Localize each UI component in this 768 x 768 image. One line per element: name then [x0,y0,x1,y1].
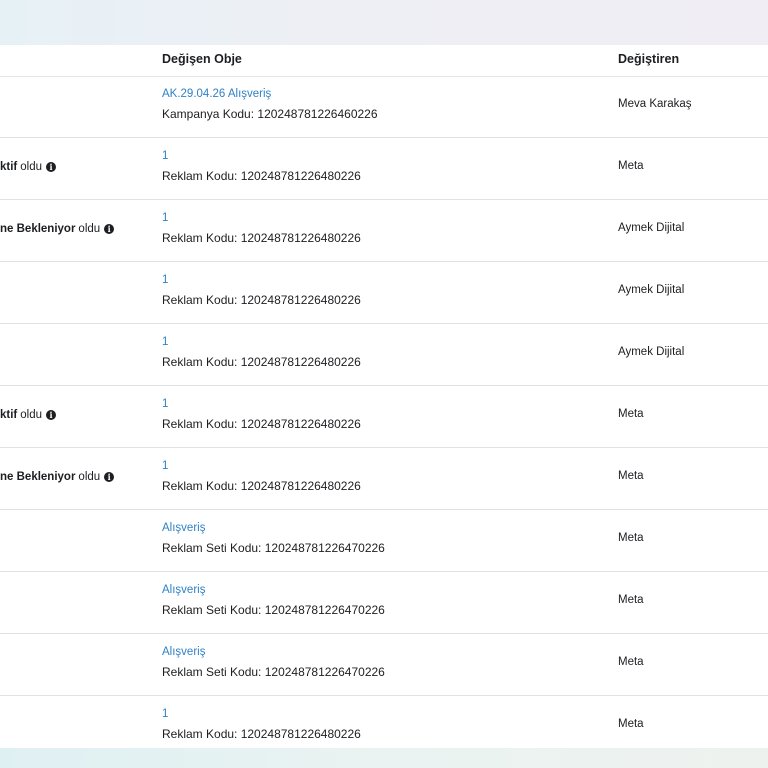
table-row: ne Bekleniyor oldu i 1 Reklam Kodu: 12024878… [0,448,768,510]
changed-by-name: Meta [618,408,644,420]
changed-object-code: Reklam Seti Kodu: 120248781226470226 [162,541,385,555]
table-header: Değişen Obje Değiştiren [0,45,768,77]
changed-by-name: Meva Karakaş [618,98,692,110]
status-value: ktif [0,409,18,421]
status-suffix: oldu [20,161,42,173]
status-value: ne Bekleniyor [0,223,76,235]
changed-object-link[interactable]: 1 [162,274,168,286]
table-row: Alışveriş Reklam Seti Kodu: 1202487812264… [0,572,768,634]
table-row: ktif oldu i 1 Reklam Kodu: 12024878122648022… [0,386,768,448]
changed-by-name: Meta [618,718,644,730]
changed-object-code: Reklam Kodu: 120248781226480226 [162,293,361,307]
status-suffix: oldu [78,471,101,483]
changed-by-name: Meta [618,160,644,172]
changed-object-link[interactable]: 1 [162,398,168,410]
changed-object-link[interactable]: Alışveriş [162,584,205,596]
table-row: ktif oldu i 1 Reklam Kodu: 12024878122648022… [0,138,768,200]
table-row: 1 Reklam Kodu: 120248781226480226 Meta [0,696,768,748]
info-icon[interactable]: i [46,410,56,420]
info-icon[interactable]: i [104,472,115,482]
changed-object-link[interactable]: 1 [162,212,168,224]
changed-object-link[interactable]: 1 [162,460,168,472]
table-row: 1 Reklam Kodu: 120248781226480226 Aymek Di… [0,324,768,386]
column-header-changed-object[interactable]: Değişen Obje [162,52,242,66]
changed-by-name: Meta [618,532,644,544]
table-row: ne Bekleniyor oldu i 1 Reklam Kodu: 12024878… [0,200,768,262]
changed-by-name: Meta [618,470,644,482]
status-change-text: ktif oldu i [0,409,56,421]
changed-by-name: Meta [618,594,644,606]
info-icon[interactable]: i [46,162,56,172]
table-row: Alışveriş Reklam Seti Kodu: 1202487812264… [0,510,768,572]
table-row: 1 Reklam Kodu: 120248781226480226 Aymek Di… [0,262,768,324]
status-change-text: ne Bekleniyor oldu i [0,471,115,483]
activity-history-table: Değişen Obje Değiştiren AK.29.04.26 Alış… [0,45,768,748]
changed-object-code: Reklam Seti Kodu: 120248781226470226 [162,665,385,679]
status-change-text: ktif oldu i [0,161,56,173]
status-change-text: ne Bekleniyor oldu i [0,223,115,235]
table-row: AK.29.04.26 Alışveriş Kampanya Kodu: 1202… [0,76,768,138]
changed-object-link[interactable]: 1 [162,336,168,348]
changed-object-link[interactable]: 1 [162,708,168,720]
changed-object-code: Reklam Kodu: 120248781226480226 [162,231,361,245]
changed-object-code: Reklam Kodu: 120248781226480226 [162,479,361,493]
changed-object-link[interactable]: Alışveriş [162,522,205,534]
page-background-footer [0,748,768,768]
changed-object-link[interactable]: 1 [162,150,168,162]
changed-object-link[interactable]: AK.29.04.26 Alışveriş [162,88,271,100]
changed-object-code: Reklam Kodu: 120248781226480226 [162,169,361,183]
table-body: AK.29.04.26 Alışveriş Kampanya Kodu: 1202… [0,76,768,748]
changed-by-name: Aymek Dijital [618,346,685,358]
changed-object-code: Reklam Kodu: 120248781226480226 [162,727,361,741]
status-suffix: oldu [78,223,101,235]
changed-object-code: Reklam Kodu: 120248781226480226 [162,355,361,369]
status-value: ktif [0,161,18,173]
changed-object-code: Reklam Kodu: 120248781226480226 [162,417,361,431]
table-row: Alışveriş Reklam Seti Kodu: 1202487812264… [0,634,768,696]
changed-object-link[interactable]: Alışveriş [162,646,205,658]
changed-object-code: Reklam Seti Kodu: 120248781226470226 [162,603,385,617]
status-suffix: oldu [20,409,42,421]
status-value: ne Bekleniyor [0,471,76,483]
changed-object-code: Kampanya Kodu: 120248781226460226 [162,107,378,121]
changed-by-name: Aymek Dijital [618,222,685,234]
changed-by-name: Meta [618,656,644,668]
column-header-changed-by[interactable]: Değiştiren [618,52,679,66]
changed-by-name: Aymek Dijital [618,284,685,296]
info-icon[interactable]: i [104,224,115,234]
